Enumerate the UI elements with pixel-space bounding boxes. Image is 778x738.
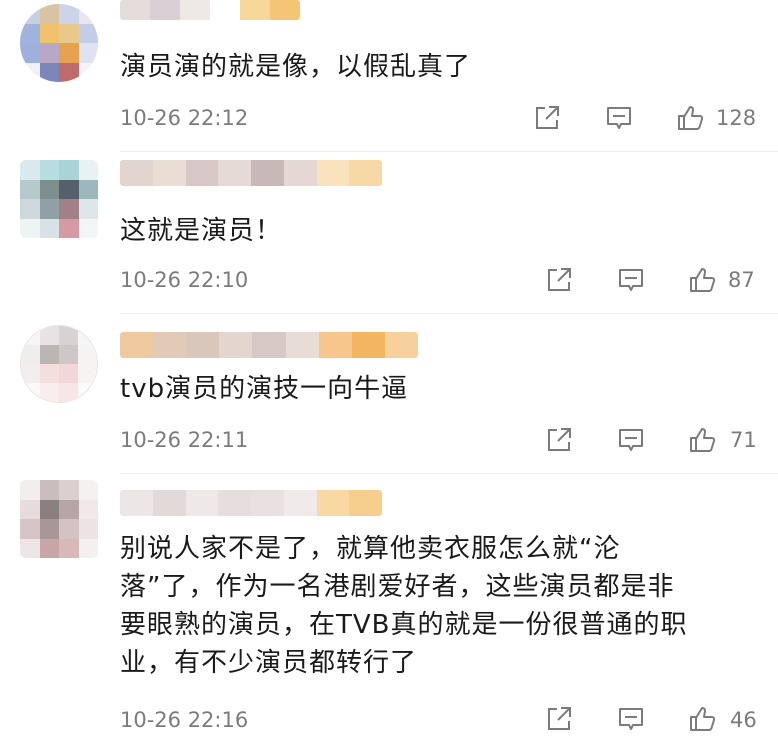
username-blurred[interactable] (120, 490, 382, 516)
share-icon[interactable] (533, 104, 561, 132)
avatar[interactable] (20, 480, 98, 558)
comment-timestamp: 10-26 22:11 (120, 428, 249, 452)
username-blurred[interactable] (120, 332, 418, 358)
comment-text: tvb演员的演技一向牛逼 (120, 374, 409, 404)
comment-icon[interactable] (605, 104, 633, 132)
like-count: 128 (716, 106, 757, 130)
like-count: 46 (730, 708, 757, 732)
thumbs-up-icon[interactable] (688, 705, 716, 733)
avatar[interactable] (20, 160, 98, 238)
comment-text: 别说人家不是了，就算他卖衣服怎么就“沦 落”了，作为一名港剧爱好者，这些演员都是… (120, 534, 688, 678)
like-count: 71 (730, 428, 757, 452)
username-blurred[interactable] (120, 160, 382, 186)
divider (120, 313, 778, 314)
comment-timestamp: 10-26 22:16 (120, 708, 249, 732)
avatar[interactable] (20, 325, 98, 403)
share-icon[interactable] (545, 426, 573, 454)
share-icon[interactable] (545, 705, 573, 733)
comment-timestamp: 10-26 22:12 (120, 106, 249, 130)
avatar[interactable] (20, 4, 98, 82)
username-blurred[interactable] (120, 0, 300, 20)
divider (120, 473, 778, 474)
comment-text: 演员演的就是像，以假乱真了 (120, 52, 472, 82)
comment-text: 这就是演员！ (120, 216, 283, 246)
comment-icon[interactable] (617, 266, 645, 294)
thumbs-up-icon[interactable] (676, 104, 704, 132)
comment-icon[interactable] (617, 705, 645, 733)
share-icon[interactable] (545, 266, 573, 294)
like-count: 87 (728, 268, 755, 292)
thumbs-up-icon[interactable] (688, 426, 716, 454)
comment-icon[interactable] (617, 426, 645, 454)
divider (120, 151, 778, 152)
comment-timestamp: 10-26 22:10 (120, 268, 249, 292)
thumbs-up-icon[interactable] (688, 266, 716, 294)
